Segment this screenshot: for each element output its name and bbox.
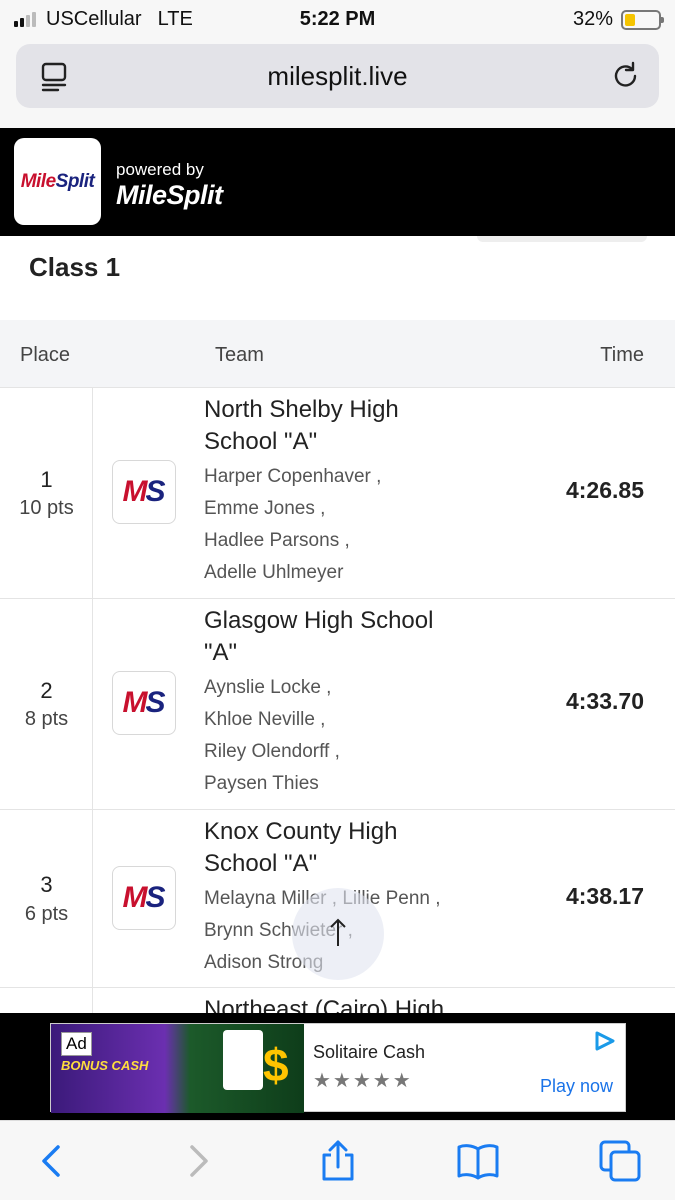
browser-address-area: milesplit.live xyxy=(0,38,675,128)
place-number: 1 xyxy=(40,467,53,492)
logo-text-a: Mile xyxy=(20,170,56,192)
reload-icon[interactable] xyxy=(611,60,641,90)
battery-icon xyxy=(621,9,664,30)
browser-toolbar xyxy=(0,1120,675,1200)
tabs-icon[interactable] xyxy=(598,1139,642,1183)
ad-title[interactable]: Solitaire Cash xyxy=(313,1042,425,1063)
place-points: 8 pts xyxy=(24,708,69,730)
header-place: Place xyxy=(20,344,71,366)
place-points: 6 pts xyxy=(24,903,69,925)
header-time: Time xyxy=(600,344,644,366)
ad-rating-stars: ★★★★★ xyxy=(313,1070,413,1092)
bookmarks-icon[interactable] xyxy=(456,1139,500,1183)
header-pill xyxy=(477,236,647,242)
powered-by-label: powered by xyxy=(116,160,204,179)
status-bar: USCellular LTE 5:22 PM 32% xyxy=(0,0,675,38)
site-header: MileSplit powered by MileSplit xyxy=(0,128,675,236)
athlete-list: Harper Copenhaver , Emme Jones , Hadlee … xyxy=(204,461,381,589)
table-header: Place Team Time xyxy=(0,320,675,388)
athlete-name[interactable]: Khloe Neville , xyxy=(204,704,340,736)
table-row[interactable]: 2 8 pts MS Glasgow High School "A" Aynsl… xyxy=(0,599,675,810)
finish-time: 4:33.70 xyxy=(565,688,644,714)
team-logo[interactable]: MS xyxy=(112,460,176,524)
team-name[interactable]: Glasgow High School "A" xyxy=(204,605,464,669)
table-row[interactable]: 1 10 pts MS North Shelby High School "A"… xyxy=(0,388,675,599)
athlete-name[interactable]: Emme Jones , xyxy=(204,493,381,525)
athlete-name[interactable]: Harper Copenhaver , xyxy=(204,461,381,493)
forward-icon[interactable] xyxy=(176,1139,220,1183)
ad-banner[interactable]: $ BONUS CASH Ad Solitaire Cash ★★★★★ Pla… xyxy=(50,1023,626,1113)
powered-by-brand: MileSplit xyxy=(116,180,223,210)
milesplit-logo[interactable]: MileSplit xyxy=(14,138,101,225)
ad-choices-icon[interactable] xyxy=(593,1030,617,1052)
finish-time: 4:26.85 xyxy=(565,477,644,503)
ad-play-now-link[interactable]: Play now xyxy=(540,1076,613,1097)
athlete-name[interactable]: Paysen Thies xyxy=(204,768,340,800)
team-logo[interactable]: MS xyxy=(112,671,176,735)
athlete-name[interactable]: Adelle Uhlmeyer xyxy=(204,557,381,589)
finish-time: 4:38.17 xyxy=(565,883,644,909)
place-points: 10 pts xyxy=(19,497,74,519)
ad-bonus-text: BONUS CASH xyxy=(61,1058,149,1073)
place-number: 3 xyxy=(40,872,53,897)
team-name[interactable]: North Shelby High School "A" xyxy=(204,394,464,458)
team-name[interactable]: Knox County High School "A" xyxy=(204,816,464,880)
ad-banner-area: $ BONUS CASH Ad Solitaire Cash ★★★★★ Pla… xyxy=(0,1013,675,1120)
dollar-icon: $ xyxy=(263,1039,289,1091)
battery-percent: 32% xyxy=(572,8,613,30)
athlete-list: Aynslie Locke , Khloe Neville , Riley Ol… xyxy=(204,672,340,800)
arrow-up-icon xyxy=(330,918,346,946)
playing-card-icon xyxy=(223,1030,263,1090)
page-title: Class 1 xyxy=(29,252,121,282)
athlete-name[interactable]: Aynslie Locke , xyxy=(204,672,340,704)
battery-status: 32% xyxy=(572,8,664,31)
header-team: Team xyxy=(215,344,264,366)
scroll-to-top-button[interactable] xyxy=(292,888,384,980)
athlete-name[interactable]: Riley Olendorff , xyxy=(204,736,340,768)
place-number: 2 xyxy=(40,678,53,703)
team-logo[interactable]: MS xyxy=(112,866,176,930)
logo-text-b: Split xyxy=(55,170,95,192)
ad-label: Ad xyxy=(61,1032,92,1056)
address-bar[interactable]: milesplit.live xyxy=(16,44,659,108)
athlete-name[interactable]: Hadlee Parsons , xyxy=(204,525,381,557)
back-icon[interactable] xyxy=(30,1139,74,1183)
url-text[interactable]: milesplit.live xyxy=(16,61,659,92)
share-icon[interactable] xyxy=(316,1139,360,1183)
